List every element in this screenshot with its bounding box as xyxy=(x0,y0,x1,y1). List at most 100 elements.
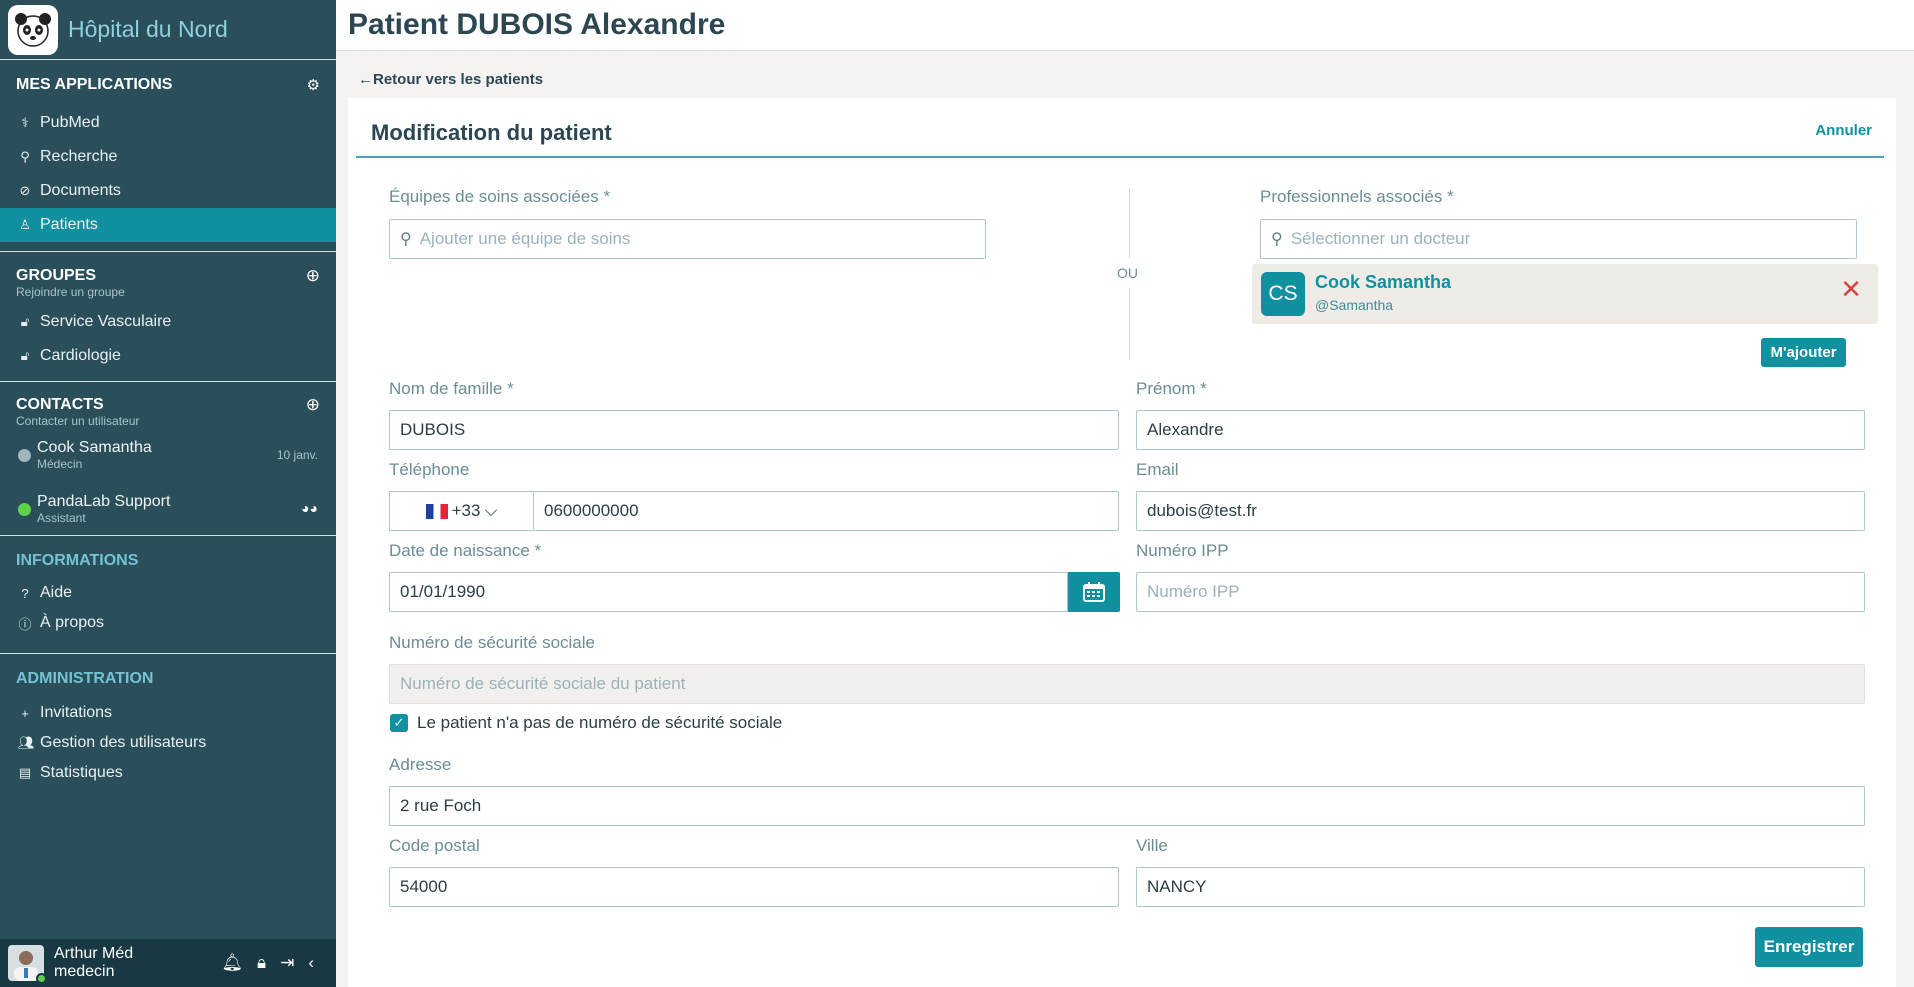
phone-field[interactable]: 0600000000 xyxy=(533,491,1119,531)
add-contact-icon[interactable]: ⊕ xyxy=(306,395,320,415)
groups-header: GROUPES ⊕ xyxy=(0,266,336,286)
lastname-value: DUBOIS xyxy=(400,420,466,439)
city-label: Ville xyxy=(1136,836,1168,855)
panda-icon: ◕◕ xyxy=(301,500,318,516)
doctor-search-input[interactable]: ⚲ Sélectionner un docteur xyxy=(1260,219,1857,259)
phone-label: Téléphone xyxy=(389,460,470,479)
user-name: Arthur Méd xyxy=(54,945,134,962)
email-label: Email xyxy=(1136,460,1179,479)
firstname-value: Alexandre xyxy=(1147,420,1224,439)
search-icon: ⚲ xyxy=(20,149,30,164)
ipp-field[interactable]: Numéro IPP xyxy=(1136,572,1865,612)
birthdate-label: Date de naissance * xyxy=(389,541,542,560)
form-header: Modification du patient Annuler xyxy=(356,98,1884,158)
add-group-icon[interactable]: ⊕ xyxy=(306,266,320,286)
country-code-select[interactable]: +33 ⌵ xyxy=(389,491,533,531)
contact-item[interactable]: Cook Samantha Médecin 10 janv. xyxy=(0,428,336,482)
chart-file-icon: ▤ xyxy=(18,765,32,780)
question-icon: ? xyxy=(21,585,29,601)
save-button[interactable]: Enregistrer xyxy=(1755,927,1863,967)
sidebar-item-documents[interactable]: ⊘ Documents xyxy=(0,174,336,208)
birthdate-field[interactable]: 01/01/1990 xyxy=(389,572,1068,612)
users-icon: 👥︎ xyxy=(18,735,35,750)
search-icon: ⚲ xyxy=(1271,231,1283,248)
patient-form: Modification du patient Annuler Équipes … xyxy=(348,98,1896,987)
contact-name: PandaLab Support xyxy=(37,493,171,510)
no-ssn-checkbox[interactable]: ✓ xyxy=(390,714,408,732)
phone-value: 0600000000 xyxy=(544,501,639,520)
email-field[interactable]: dubois@test.fr xyxy=(1136,491,1865,531)
france-flag-icon xyxy=(425,503,448,519)
lock-icon: 🔓︎ xyxy=(20,348,30,363)
admin-header: ADMINISTRATION xyxy=(0,670,336,688)
apps-header: MES APPLICATIONS ⚙ xyxy=(0,76,336,94)
apps-section: MES APPLICATIONS ⚙ ⚕ PubMed ⚲ Recherche ⊘ D… xyxy=(0,60,336,382)
firstname-field[interactable]: Alexandre xyxy=(1136,410,1865,450)
calendar-button[interactable] xyxy=(1068,572,1120,612)
panda-logo-icon[interactable] xyxy=(8,4,58,55)
bell-icon[interactable]: 🔔︎ xyxy=(221,953,243,973)
ssn-label: Numéro de sécurité sociale xyxy=(389,633,595,652)
sidebar-item-a-propos[interactable]: ⓘ À propos xyxy=(0,608,336,638)
contact-role: Assistant xyxy=(37,511,86,525)
sidebar-item-aide[interactable]: ? Aide xyxy=(0,578,336,608)
sidebar-item-gestion-utilisateurs[interactable]: 👥︎ Gestion des utilisateurs xyxy=(0,728,336,758)
sidebar-item-pubmed[interactable]: ⚕ PubMed xyxy=(0,106,336,140)
page-title: Patient DUBOIS Alexandre xyxy=(348,8,726,41)
professional-name[interactable]: Cook Samantha xyxy=(1315,272,1451,293)
sidebar-item-statistiques[interactable]: ▤ Statistiques xyxy=(0,758,336,788)
care-teams-label: Équipes de soins associées * xyxy=(389,187,611,206)
chevron-down-icon: ⌵ xyxy=(484,501,498,520)
search-icon: ⚲ xyxy=(400,231,412,248)
add-me-button[interactable]: M'ajouter xyxy=(1761,338,1846,367)
main-content: Patient DUBOIS Alexandre ←Retour vers le… xyxy=(336,0,1914,987)
top-bar: Patient DUBOIS Alexandre xyxy=(336,0,1914,51)
status-dot xyxy=(18,448,31,462)
sidebar-item-label: Gestion des utilisateurs xyxy=(40,734,207,751)
user-role: medecin xyxy=(54,963,115,980)
app: Hôpital du Nord MES APPLICATIONS ⚙ ⚕ PubM… xyxy=(0,0,1914,987)
sidebar-item-patients[interactable]: ♙ Patients xyxy=(0,208,336,242)
postal-code-value: 54000 xyxy=(400,877,448,896)
contact-date: 10 janv. xyxy=(276,448,318,462)
birthdate-value: 01/01/1990 xyxy=(400,582,486,601)
care-teams-placeholder: Ajouter une équipe de soins xyxy=(419,229,631,248)
remove-professional-icon[interactable]: ✕ xyxy=(1840,274,1862,305)
calendar-icon xyxy=(1083,582,1105,602)
apps-title: MES APPLICATIONS xyxy=(16,76,173,93)
sidebar-item-recherche[interactable]: ⚲ Recherche xyxy=(0,140,336,174)
cancel-button[interactable]: Annuler xyxy=(1815,122,1872,139)
associated-professional-chip: CS Cook Samantha @Samantha ✕ xyxy=(1252,264,1878,324)
lastname-field[interactable]: DUBOIS xyxy=(389,410,1119,450)
info-icon: ⓘ xyxy=(18,616,32,632)
address-field[interactable]: 2 rue Foch xyxy=(389,786,1865,826)
doctor-placeholder: Sélectionner un docteur xyxy=(1290,229,1471,248)
user-doctor-icon: ⚕ xyxy=(21,115,29,130)
info-title: INFORMATIONS xyxy=(16,552,139,569)
logout-icon[interactable]: ⇥ xyxy=(280,953,294,973)
sidebar-item-invitations[interactable]: + Invitations xyxy=(0,698,336,728)
city-value: NANCY xyxy=(1147,877,1207,896)
postal-code-field[interactable]: 54000 xyxy=(389,867,1119,907)
avatar: CS xyxy=(1261,272,1305,316)
user-icon: ♙ xyxy=(19,217,31,232)
hospital-name: Hôpital du Nord xyxy=(68,16,228,42)
avatar[interactable] xyxy=(8,945,47,984)
sidebar-item-label: Aide xyxy=(40,584,73,601)
professionals-label: Professionnels associés * xyxy=(1260,187,1454,206)
address-value: 2 rue Foch xyxy=(400,796,482,815)
gear-icon[interactable]: ⚙ xyxy=(307,76,320,94)
postal-code-label: Code postal xyxy=(389,836,480,855)
lock-icon[interactable]: 🔒︎ xyxy=(257,953,266,973)
ssn-field: Numéro de sécurité sociale du patient xyxy=(389,664,1865,704)
sidebar-item-service-vasculaire[interactable]: 🔓︎ Service Vasculaire xyxy=(0,305,336,339)
contact-item[interactable]: PandaLab Support Assistant ◕◕ xyxy=(0,482,336,536)
form-title: Modification du patient xyxy=(371,120,612,145)
care-teams-search-input[interactable]: ⚲ Ajouter une équipe de soins xyxy=(389,219,986,259)
back-link[interactable]: ←Retour vers les patients xyxy=(358,71,543,88)
email-value: dubois@test.fr xyxy=(1147,501,1257,520)
city-field[interactable]: NANCY xyxy=(1136,867,1865,907)
collapse-sidebar-icon[interactable]: ‹ xyxy=(308,953,314,973)
no-ssn-label[interactable]: Le patient n'a pas de numéro de sécurité… xyxy=(417,713,782,733)
sidebar-item-cardiologie[interactable]: 🔓︎ Cardiologie xyxy=(0,339,336,373)
